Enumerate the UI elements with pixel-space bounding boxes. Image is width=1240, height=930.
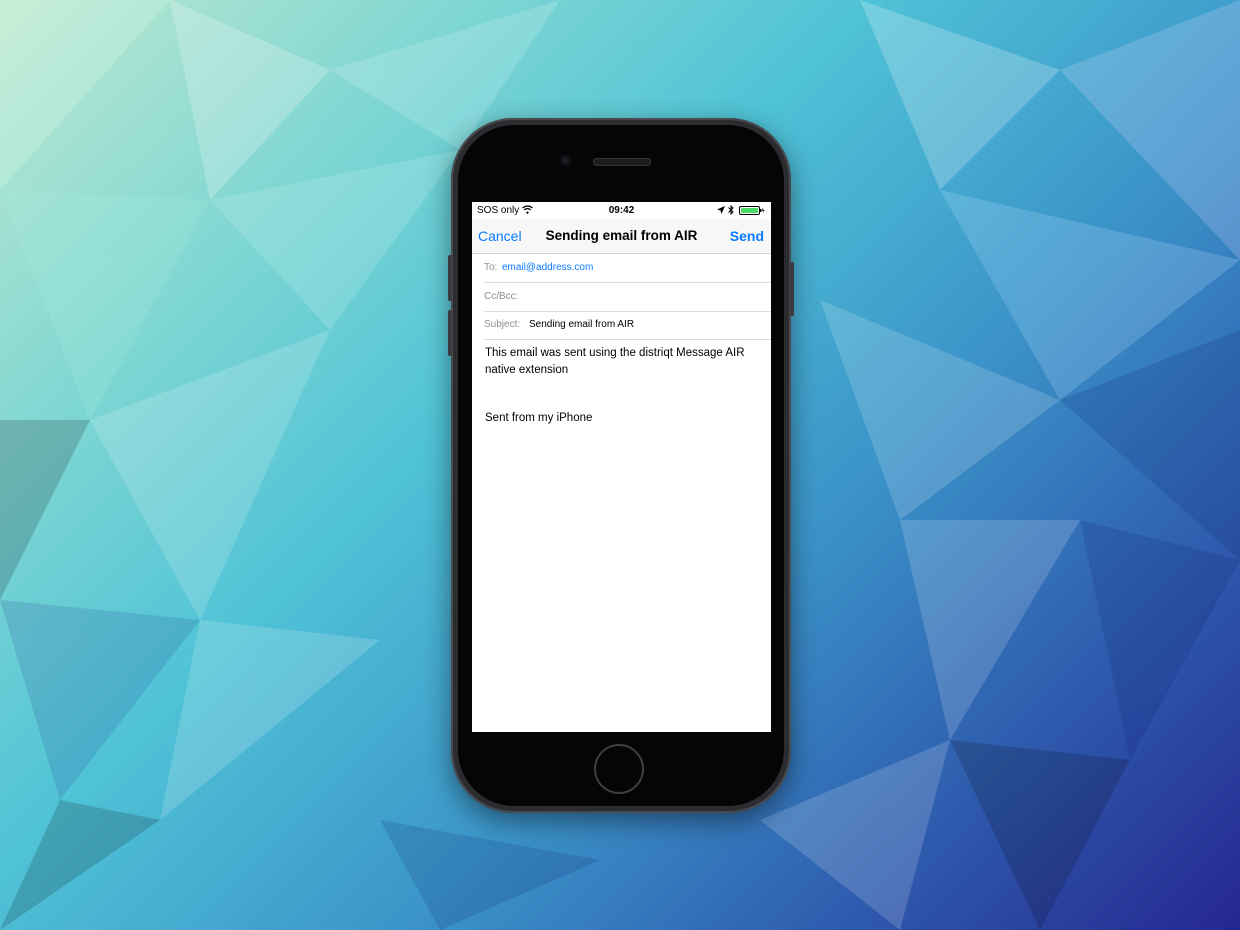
bluetooth-icon bbox=[728, 205, 734, 215]
battery-charging-icon bbox=[739, 206, 765, 215]
message-body[interactable]: This email was sent using the distriqt M… bbox=[485, 345, 760, 379]
volume-button bbox=[448, 255, 452, 301]
send-button[interactable]: Send bbox=[730, 228, 764, 244]
home-button[interactable] bbox=[594, 744, 644, 794]
clock: 09:42 bbox=[608, 205, 635, 216]
ccbcc-field[interactable]: Cc/Bcc: bbox=[484, 283, 771, 312]
to-label: To: bbox=[484, 262, 498, 273]
volume-button bbox=[448, 310, 452, 356]
location-arrow-icon bbox=[717, 206, 725, 214]
earpiece-speaker bbox=[593, 158, 651, 166]
phone-screen: SOS only 09:42 Cancel Sending email from… bbox=[472, 202, 771, 732]
subject-input[interactable]: Sending email from AIR bbox=[529, 319, 634, 330]
navigation-bar: Cancel Sending email from AIR Send bbox=[472, 219, 771, 254]
subject-label: Subject: bbox=[484, 319, 521, 330]
to-field[interactable]: To: email@address.com bbox=[484, 254, 771, 283]
power-button bbox=[790, 262, 794, 316]
ccbcc-label: Cc/Bcc: bbox=[484, 291, 519, 302]
status-bar: SOS only 09:42 bbox=[472, 202, 771, 219]
to-recipient[interactable]: email@address.com bbox=[502, 262, 593, 273]
front-camera bbox=[559, 154, 572, 167]
subject-field[interactable]: Subject: Sending email from AIR bbox=[484, 311, 771, 340]
email-signature[interactable]: Sent from my iPhone bbox=[485, 412, 592, 424]
compose-title: Sending email from AIR bbox=[545, 228, 698, 243]
